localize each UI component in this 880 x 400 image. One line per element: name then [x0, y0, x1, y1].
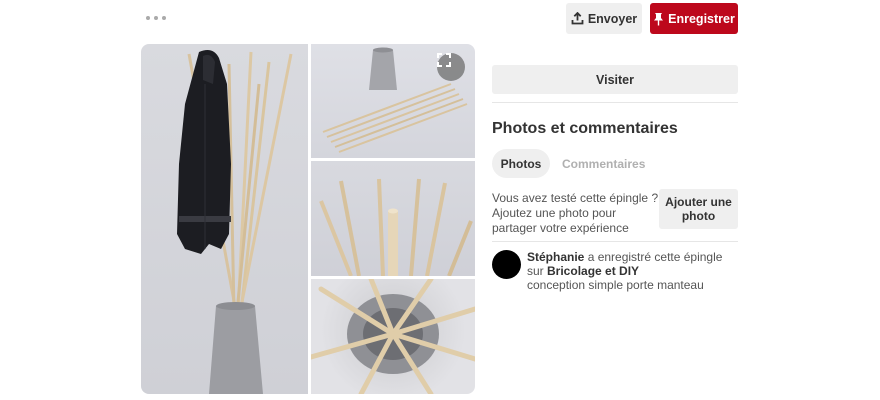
- tried-prompt: Vous avez testé cette épingle ? Ajoutez …: [492, 191, 659, 235]
- expand-image-button[interactable]: [437, 53, 465, 81]
- divider: [492, 102, 738, 103]
- rack-parts-photo[interactable]: [311, 44, 475, 158]
- tab-photos-label: Photos: [500, 156, 542, 171]
- expand-icon: [437, 53, 451, 67]
- dot: [154, 16, 158, 20]
- tab-comments-label: Commentaires: [562, 156, 646, 171]
- pin-description: conception simple porte manteau: [527, 278, 704, 292]
- board-name-link[interactable]: Bricolage et DIY: [547, 264, 639, 278]
- coat-rack-photo[interactable]: [141, 44, 308, 394]
- rack-top-view-photo[interactable]: [311, 279, 475, 394]
- dot: [162, 16, 166, 20]
- add-photo-button[interactable]: Ajouter une photo: [659, 189, 738, 229]
- section-title: Photos et commentaires: [492, 120, 678, 137]
- save-label: Enregistrer: [668, 11, 735, 26]
- pushpin-icon: [654, 12, 664, 25]
- dot: [146, 16, 150, 20]
- user-name-link[interactable]: Stéphanie: [527, 250, 584, 264]
- add-photo-label: Ajouter une photo: [665, 195, 732, 223]
- save-button[interactable]: Enregistrer: [650, 3, 738, 34]
- visit-label: Visiter: [596, 72, 634, 87]
- activity-entry: Stéphanie a enregistré cette épingle sur…: [527, 250, 742, 292]
- tab-photos[interactable]: Photos: [492, 149, 550, 178]
- upload-icon: [571, 12, 584, 25]
- send-label: Envoyer: [587, 11, 638, 26]
- tab-comments[interactable]: Commentaires: [562, 149, 645, 178]
- visit-button[interactable]: Visiter: [492, 65, 738, 94]
- avatar[interactable]: [492, 250, 521, 279]
- send-button[interactable]: Envoyer: [566, 3, 642, 34]
- pin-image-gallery: [141, 44, 475, 394]
- divider: [492, 241, 738, 242]
- more-options-button[interactable]: [146, 10, 166, 26]
- wooden-sticks-photo[interactable]: [311, 161, 475, 276]
